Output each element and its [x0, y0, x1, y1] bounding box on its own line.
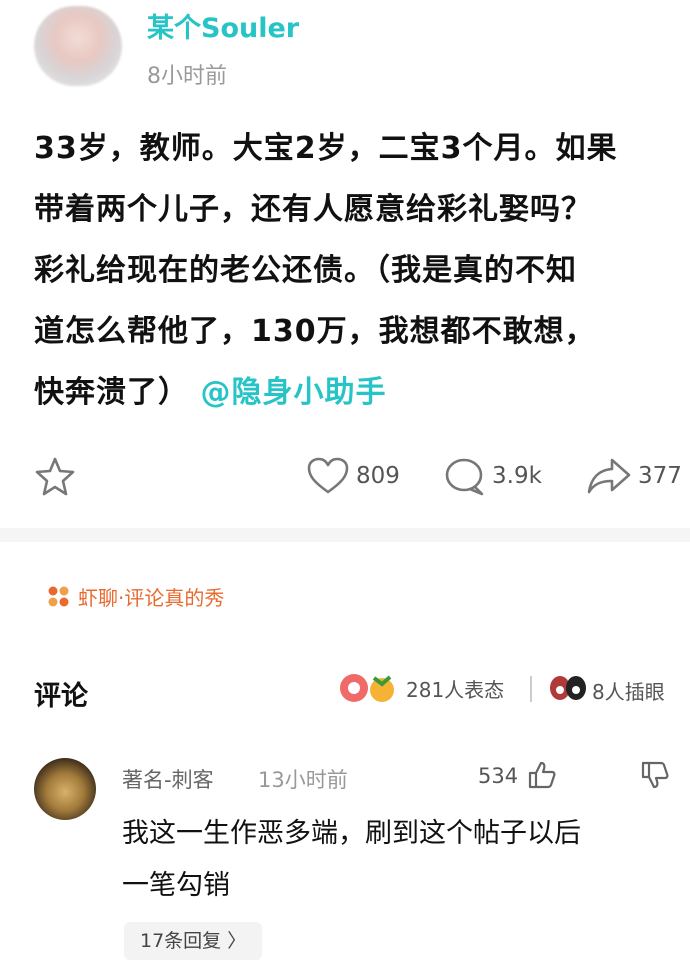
commenter-name[interactable]: 著名-刺客: [122, 764, 214, 794]
comment-icon[interactable]: [443, 456, 487, 498]
comment-like-count: 534: [478, 764, 519, 788]
commenter-avatar[interactable]: [34, 758, 96, 820]
view-replies-button[interactable]: 17条回复 〉: [124, 922, 263, 960]
comment-line: 一笔勾销: [122, 870, 230, 901]
post-line-end: 快奔溃了）: [34, 375, 189, 410]
reaction-count[interactable]: 281人表态: [406, 674, 504, 703]
post-line: 带着两个儿子，还有人愿意给彩礼娶吗？: [34, 192, 592, 227]
reaction-emoji-icon: [338, 672, 402, 708]
comment-body: 我这一生作恶多端，刷到这个帖子以后 一笔勾销: [122, 808, 682, 912]
topic-icon: [48, 586, 70, 608]
eyes-icon: [548, 674, 588, 706]
heart-icon[interactable]: [306, 456, 350, 496]
post-line: 快奔溃了） @隐身小助手: [34, 362, 674, 423]
insert-count[interactable]: 8人插眼: [592, 676, 665, 705]
post-line: 道怎么帮他了，130万，我想都不敢想，: [34, 314, 596, 349]
mention-link[interactable]: @隐身小助手: [200, 375, 386, 410]
thumbs-up-icon[interactable]: [527, 760, 557, 794]
section-divider: [0, 528, 690, 542]
poster-avatar[interactable]: [34, 6, 122, 86]
divider: [530, 676, 532, 702]
star-icon[interactable]: [34, 455, 76, 497]
share-count: 377: [638, 463, 682, 489]
post-time: 8小时前: [147, 64, 227, 89]
comment-count: 3.9k: [492, 463, 542, 489]
comment-line: 我这一生作恶多端，刷到这个帖子以后: [122, 818, 581, 849]
comments-title: 评论: [34, 681, 88, 712]
post-body: 33岁，教师。大宝2岁，二宝3个月。如果 带着两个儿子，还有人愿意给彩礼娶吗？ …: [34, 118, 674, 423]
poster-username[interactable]: 某个Souler: [147, 6, 299, 45]
post-line: 彩礼给现在的老公还债。（我是真的不知: [34, 253, 577, 288]
share-icon[interactable]: [586, 456, 632, 496]
topic-tag[interactable]: 虾聊·评论真的秀: [78, 582, 224, 611]
post-line: 33岁，教师。大宝2岁，二宝3个月。如果: [34, 131, 618, 166]
thumbs-down-icon[interactable]: [640, 760, 670, 794]
like-count: 809: [356, 463, 400, 489]
comment-time: 13小时前: [258, 768, 348, 792]
